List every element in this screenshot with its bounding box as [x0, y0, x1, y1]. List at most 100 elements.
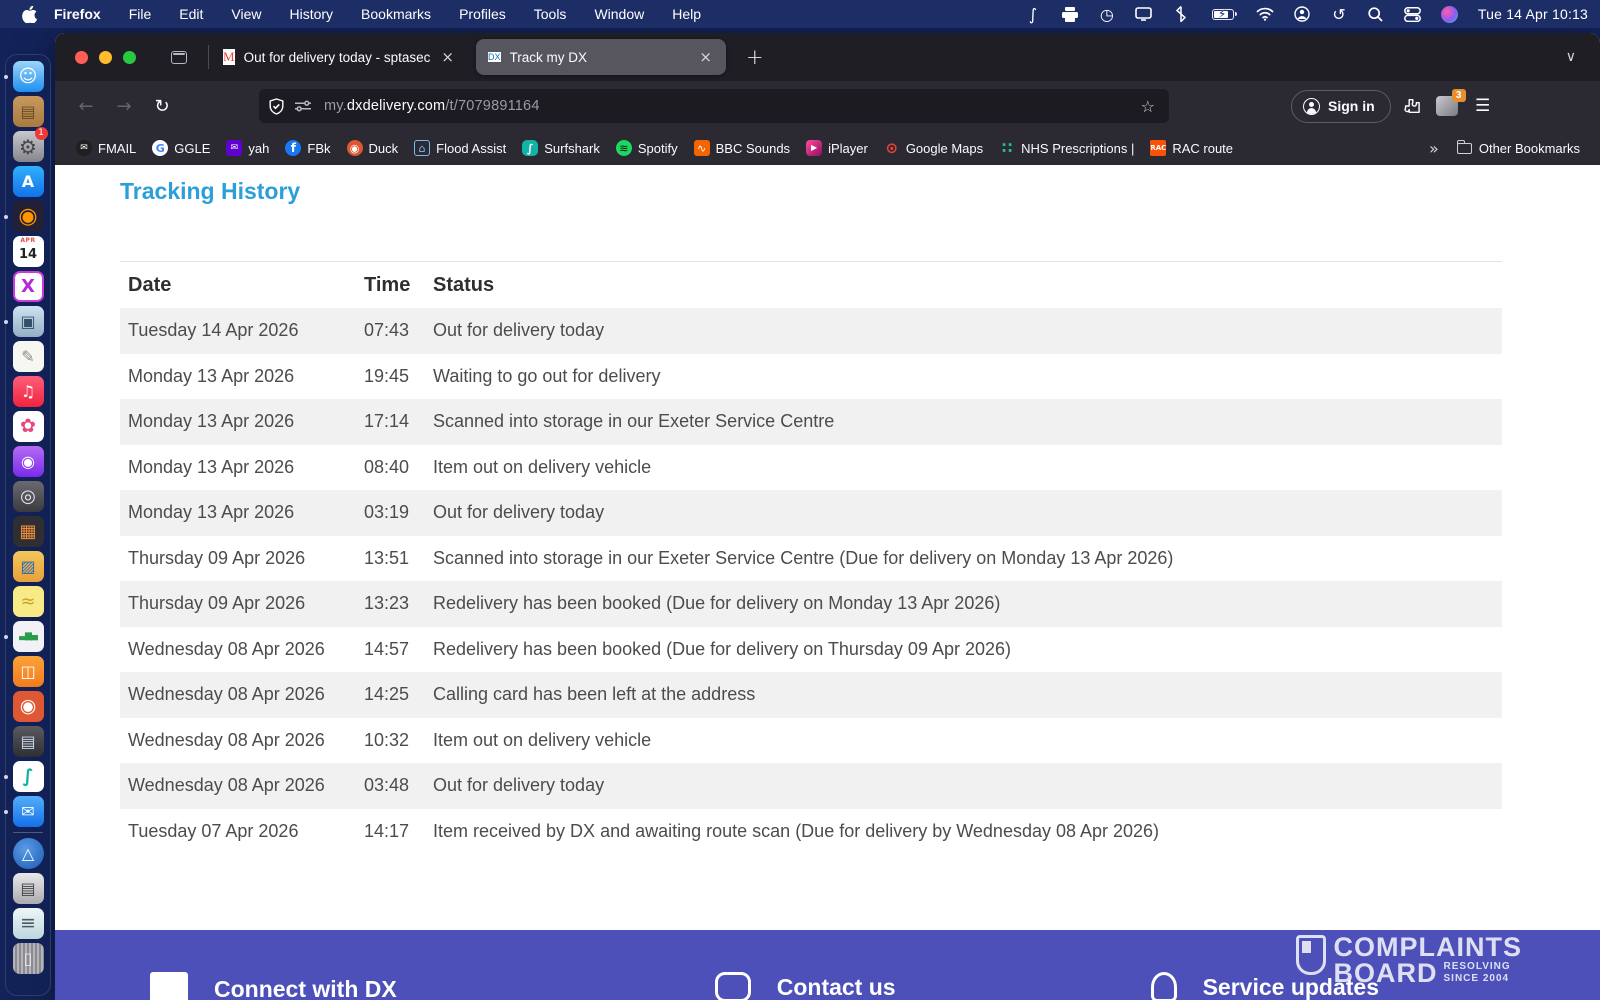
bookmark-item[interactable]: ✉ FMAIL — [69, 135, 143, 161]
cell-time: 14:57 — [364, 639, 433, 660]
firefox-signin-button[interactable]: Sign in — [1291, 90, 1391, 123]
dock-mountain-app[interactable]: △ — [13, 838, 44, 869]
battery-icon[interactable]: ⚡ — [1209, 5, 1237, 23]
close-window-button[interactable] — [75, 51, 88, 64]
footer-connect-link[interactable]: Connect with DX — [150, 972, 397, 1000]
cell-date: Monday 13 Apr 2026 — [128, 366, 364, 387]
close-tab-icon[interactable]: × — [439, 48, 456, 66]
bookmarks-overflow-chevron[interactable]: » — [1419, 139, 1449, 158]
extensions-puzzle-icon[interactable] — [1395, 90, 1427, 122]
dock-photos[interactable]: ✿ — [13, 411, 44, 442]
spotlight-search-icon[interactable] — [1367, 5, 1385, 23]
dock-documents[interactable]: ≡ — [13, 908, 44, 939]
back-button[interactable]: ← — [69, 90, 103, 122]
dock-stickies[interactable]: ≈ — [13, 586, 44, 617]
bookmarks-toolbar: ✉ FMAIL G GGLE ✉ yah f FBk — [55, 131, 1600, 165]
dock-mail[interactable]: ✉ — [13, 796, 44, 827]
dock-image-capture[interactable]: ▣ — [13, 306, 44, 337]
close-tab-icon[interactable]: × — [697, 48, 714, 66]
display-icon[interactable] — [1135, 5, 1153, 23]
bookmark-item[interactable]: ∫ Surfshark — [515, 135, 607, 161]
cell-time: 13:23 — [364, 593, 433, 614]
list-all-tabs-button[interactable]: ∨ — [1552, 49, 1590, 65]
dock-system-settings[interactable]: ⚙ 1 — [13, 131, 44, 162]
bookmark-item[interactable]: ≋ Spotify — [609, 135, 685, 161]
bookmark-item[interactable]: ⌂ Flood Assist — [407, 135, 513, 161]
dock-calculator[interactable]: ▦ — [13, 516, 44, 547]
dock-textedit[interactable]: ✎ — [13, 341, 44, 372]
app-menu-button[interactable]: ☰ — [1467, 90, 1499, 122]
control-center-icon[interactable] — [1404, 5, 1422, 23]
bookmark-item[interactable]: ✉ yah — [219, 135, 276, 161]
bookmark-item[interactable]: f FBk — [278, 135, 337, 161]
menu-item[interactable]: Tools — [534, 6, 567, 22]
siri-icon[interactable] — [1441, 5, 1459, 23]
bookmark-favicon: ⌂ — [414, 140, 430, 156]
bookmark-favicon: ∫ — [522, 140, 538, 156]
menu-item[interactable]: View — [231, 6, 261, 22]
browser-tab[interactable]: M Out for delivery today - sptasec × — [211, 39, 468, 75]
dock-photo-booth[interactable]: ◎ — [13, 481, 44, 512]
apple-logo-icon[interactable] — [18, 6, 40, 23]
footer-service-updates-link[interactable]: Service updates — [1151, 972, 1379, 1000]
minimize-window-button[interactable] — [99, 51, 112, 64]
menu-item[interactable]: Bookmarks — [361, 6, 431, 22]
clock-app-icon[interactable]: ◷ — [1098, 5, 1116, 23]
footer-links: Connect with DX Contact us Service updat… — [55, 972, 1600, 1000]
time-machine-icon[interactable]: ↺ — [1330, 5, 1348, 23]
dock-calendar[interactable]: APR 14 — [13, 236, 44, 267]
bookmark-item[interactable]: ⊙ Google Maps — [877, 135, 990, 161]
dock-books[interactable]: ◫ — [13, 656, 44, 687]
dock-firefox[interactable]: ◉ — [13, 201, 44, 232]
dock-surfshark[interactable]: ∫ — [13, 761, 44, 792]
dock-podcasts[interactable]: ◉ — [13, 446, 44, 477]
menu-item[interactable]: Help — [672, 6, 701, 22]
extension-addon-icon[interactable]: 3 — [1431, 90, 1463, 122]
forward-button[interactable]: → — [107, 90, 141, 122]
wifi-icon[interactable] — [1256, 5, 1274, 23]
dock-charts[interactable]: ▃▆▄ — [13, 621, 44, 652]
dock-finder[interactable]: ☺ — [13, 61, 44, 92]
permissions-icon[interactable] — [294, 100, 312, 112]
tab-favicon: DX — [488, 52, 501, 62]
bookmark-star-icon[interactable]: ☆ — [1137, 97, 1159, 116]
dock-printer[interactable]: ▤ — [13, 873, 44, 904]
dock-app-store[interactable]: A — [13, 166, 44, 197]
bookmark-item[interactable]: ∷ NHS Prescriptions | — [992, 135, 1141, 161]
bookmark-item[interactable]: ◉ Duck — [340, 135, 406, 161]
bluetooth-icon[interactable] — [1172, 5, 1190, 23]
reload-button[interactable]: ↻ — [145, 90, 179, 122]
new-tab-button[interactable]: + — [740, 45, 770, 69]
bookmark-item[interactable]: RAC RAC route — [1143, 135, 1240, 161]
menu-item[interactable]: Edit — [179, 6, 203, 22]
menu-item[interactable]: History — [289, 6, 333, 22]
menu-item[interactable]: File — [129, 6, 152, 22]
dock-music[interactable]: ♫ — [13, 376, 44, 407]
bookmark-item[interactable]: G GGLE — [145, 135, 217, 161]
bookmark-item[interactable]: ∿ BBC Sounds — [687, 135, 797, 161]
menu-item[interactable]: Profiles — [459, 6, 506, 22]
user-account-icon[interactable] — [1293, 5, 1311, 23]
other-bookmarks-button[interactable]: Other Bookmarks — [1451, 141, 1586, 156]
dock-trash[interactable]: ▯ — [13, 943, 44, 974]
zoom-window-button[interactable] — [123, 51, 136, 64]
url-text[interactable]: my.dxdelivery.com/t/7079891164 — [324, 98, 1137, 114]
menu-item-firefox[interactable]: Firefox — [54, 6, 101, 22]
account-icon — [1303, 98, 1320, 115]
dock-x-app[interactable]: X — [13, 271, 44, 302]
footer-contact-link[interactable]: Contact us — [715, 972, 896, 1000]
sidebar-toggle-button[interactable] — [164, 42, 194, 72]
dock-scanner[interactable]: ▤ — [13, 726, 44, 757]
bookmark-item[interactable]: ▶ iPlayer — [799, 135, 875, 161]
dock-contacts[interactable]: ▤ — [13, 96, 44, 127]
dock-preview[interactable]: ▨ — [13, 551, 44, 582]
browser-tab[interactable]: DX Track my DX × — [476, 39, 726, 75]
vpn-surfshark-icon[interactable]: ∫ — [1024, 5, 1042, 23]
dock-duckduckgo[interactable]: ◉ — [13, 691, 44, 722]
menu-item[interactable]: Window — [594, 6, 644, 22]
printer-status-icon[interactable] — [1061, 5, 1079, 23]
address-bar[interactable]: my.dxdelivery.com/t/7079891164 ☆ — [259, 89, 1169, 123]
tracking-protection-shield-icon[interactable] — [269, 98, 284, 115]
menubar-clock[interactable]: Tue 14 Apr 10:13 — [1478, 6, 1588, 22]
cell-status: Out for delivery today — [433, 775, 1502, 796]
